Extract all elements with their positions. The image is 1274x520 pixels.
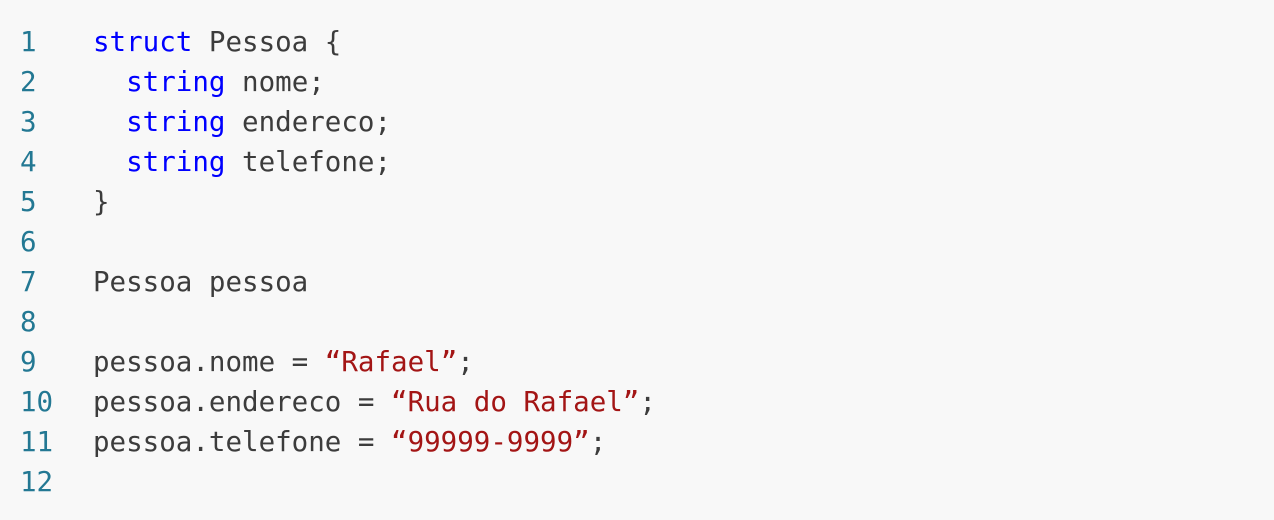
line-number: 11: [20, 426, 54, 458]
code-line[interactable]: 9 pessoa.nome = “Rafael”;: [0, 342, 1274, 382]
text-token: telefone;: [225, 146, 392, 178]
text-token: }: [93, 186, 110, 218]
indent-token: [93, 106, 126, 138]
code-content[interactable]: struct Pessoa {: [93, 22, 341, 62]
keyword-token: struct: [93, 26, 193, 58]
code-line[interactable]: 6: [0, 222, 1274, 262]
text-token: Pessoa {: [192, 26, 342, 58]
text-token: nome;: [225, 66, 325, 98]
line-number: 1: [20, 26, 37, 58]
string-token: “99999-9999”: [391, 426, 590, 458]
line-number: 4: [20, 146, 37, 178]
line-number: 2: [20, 66, 37, 98]
code-content[interactable]: string nome;: [93, 62, 325, 102]
line-number: 5: [20, 186, 37, 218]
code-content[interactable]: string endereco;: [93, 102, 391, 142]
string-token: “Rafael”: [324, 346, 458, 378]
code-content[interactable]: }: [93, 182, 110, 222]
text-token: Pessoa pessoa: [93, 266, 309, 298]
line-number: 9: [20, 346, 37, 378]
code-line[interactable]: 7 Pessoa pessoa: [0, 262, 1274, 302]
code-line[interactable]: 5 }: [0, 182, 1274, 222]
code-content[interactable]: pessoa.telefone = “99999-9999”;: [93, 422, 606, 462]
text-token: pessoa.endereco =: [93, 386, 392, 418]
code-line[interactable]: 10 pessoa.endereco = “Rua do Rafael”;: [0, 382, 1274, 422]
line-number: 8: [20, 306, 37, 338]
text-token: pessoa.nome =: [93, 346, 325, 378]
text-token: endereco;: [225, 106, 392, 138]
code-line[interactable]: 12: [0, 462, 1274, 502]
code-line[interactable]: 2 string nome;: [0, 62, 1274, 102]
line-number: 12: [20, 466, 54, 498]
code-editor[interactable]: 1 struct Pessoa { 2 string nome; 3 strin…: [0, 0, 1274, 520]
string-token: “Rua do Rafael”: [391, 386, 640, 418]
text-token: ;: [457, 346, 474, 378]
text-token: pessoa.telefone =: [93, 426, 392, 458]
line-number: 3: [20, 106, 37, 138]
text-token: ;: [639, 386, 656, 418]
code-content[interactable]: string telefone;: [93, 142, 391, 182]
code-line[interactable]: 1 struct Pessoa {: [0, 22, 1274, 62]
indent-token: [93, 66, 126, 98]
line-number: 7: [20, 266, 37, 298]
code-line[interactable]: 8: [0, 302, 1274, 342]
code-line[interactable]: 3 string endereco;: [0, 102, 1274, 142]
line-number: 6: [20, 226, 37, 258]
indent-token: [93, 146, 126, 178]
code-content[interactable]: pessoa.nome = “Rafael”;: [93, 342, 474, 382]
keyword-token: string: [126, 146, 226, 178]
keyword-token: string: [126, 66, 226, 98]
line-number: 10: [20, 386, 54, 418]
code-content[interactable]: Pessoa pessoa: [93, 262, 308, 302]
code-content[interactable]: pessoa.endereco = “Rua do Rafael”;: [93, 382, 656, 422]
text-token: ;: [589, 426, 607, 458]
code-line[interactable]: 4 string telefone;: [0, 142, 1274, 182]
keyword-token: string: [126, 106, 226, 138]
code-line[interactable]: 11 pessoa.telefone = “99999-9999”;: [0, 422, 1274, 462]
